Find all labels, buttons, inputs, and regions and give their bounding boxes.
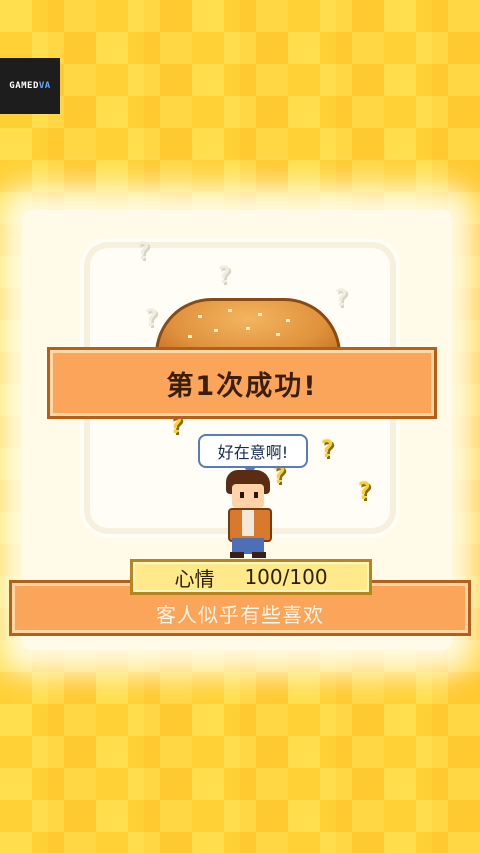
question-mark-icon: ? bbox=[135, 237, 151, 265]
mood-indicator: 心情 100/100 bbox=[130, 559, 372, 595]
mood-value: 100/100 bbox=[244, 565, 328, 589]
question-mark-icon: ? bbox=[356, 477, 372, 505]
question-mark-icon: ? bbox=[333, 284, 349, 312]
speech-bubble: 好在意啊! bbox=[198, 434, 308, 475]
speech-text: 好在意啊! bbox=[217, 443, 289, 462]
question-mark-icon: ? bbox=[319, 435, 335, 463]
success-banner: 第1次成功! bbox=[47, 347, 437, 419]
banner-text: 第1次成功! bbox=[166, 370, 318, 402]
question-mark-icon: ? bbox=[216, 261, 232, 289]
mood-label: 心情 bbox=[174, 566, 215, 591]
customer-character bbox=[222, 470, 274, 560]
gamedva-logo: GAMED VA bbox=[0, 58, 60, 114]
question-mark-icon: ? bbox=[143, 304, 159, 332]
reaction-text: 客人似乎有些喜欢 bbox=[156, 602, 324, 627]
